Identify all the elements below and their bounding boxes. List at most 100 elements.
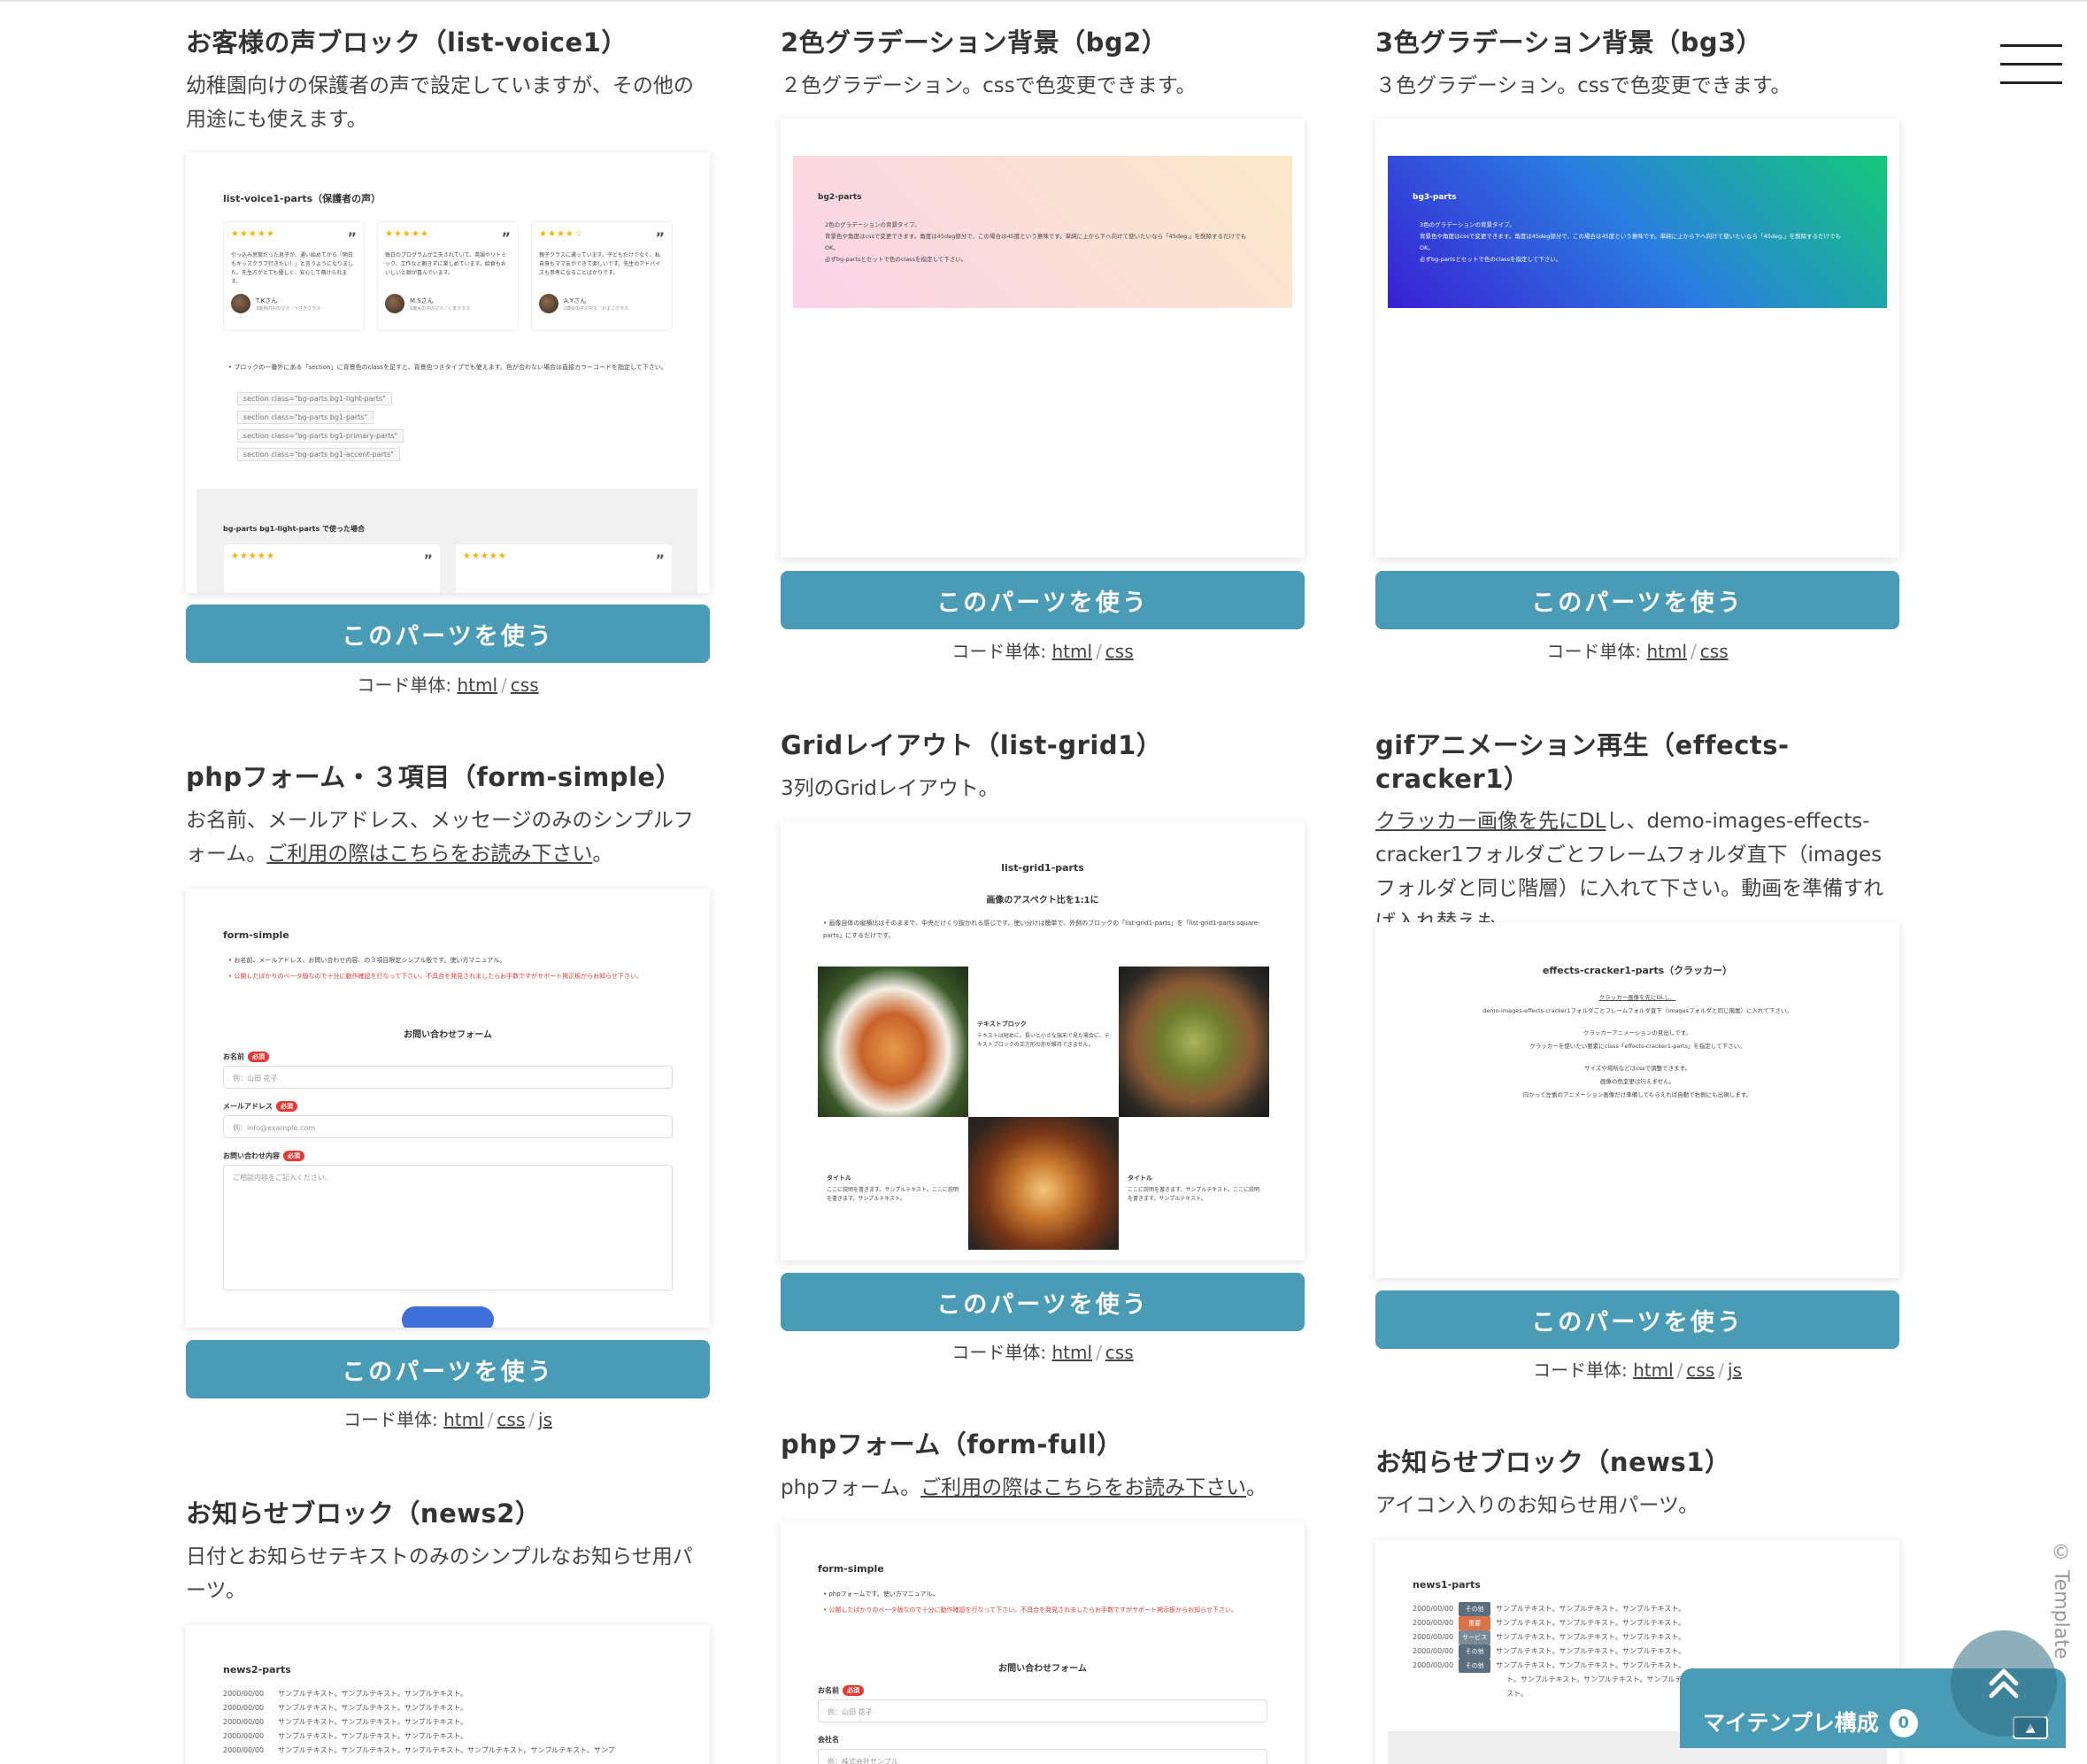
preview-text: 3色のグラデーションの背景タイプ。 背景色や角度はcssで変更できます。角度は45… — [1420, 221, 1842, 263]
voice-card: ★★★★★ ” 毎日のプログラムが工夫されていて、英語やリトミック、工作など飽きず… — [377, 221, 519, 331]
card-form-simple: phpフォーム・３項目（form-simple） お名前、メールアドレス、メッセ… — [186, 761, 710, 871]
card-news1: お知らせブロック（news1） アイコン入りのお知らせ用パーツ。 — [1375, 1446, 1899, 1522]
name-input[interactable]: 例：山田 花子 — [818, 1699, 1267, 1722]
js-link[interactable]: js — [538, 1409, 552, 1430]
html-link[interactable]: html — [1633, 1360, 1674, 1381]
rating-stars: ★★★★★ — [385, 229, 429, 239]
use-part-button-form-simple[interactable]: このパーツを使う — [186, 1340, 710, 1398]
quote-icon: ” — [655, 229, 665, 246]
code-label: コード単体: — [1546, 641, 1642, 662]
preview-effects-cracker1[interactable]: effects-cracker1-parts（クラッカー） クラッカー画像を先に… — [1375, 922, 1899, 1278]
preview-form-simple[interactable]: form-simple • お名前、メールアドレス、お問い合わせ内容、の３項目限… — [186, 889, 710, 1328]
card-bg3: 3色グラデーション背景（bg3） ３色グラデーション。cssで色変更できます。 — [1375, 27, 1899, 103]
class-chip: section class="bg-parts bg1-parts" — [237, 411, 374, 424]
item-title: タイトル — [827, 1175, 851, 1182]
bullet-beta-warning: • 公開したばかりのベータ版なので十分に動作確認を行なって下さい。不具合を発見さ… — [228, 973, 643, 980]
class-chip: section class="bg-parts bg1-primary-part… — [237, 429, 404, 443]
html-link[interactable]: html — [1051, 1342, 1092, 1363]
bullet-manual: • お名前、メールアドレス、お問い合わせ内容、の３項目限定シンプル版です。使い方… — [228, 957, 506, 964]
card-title: お知らせブロック（news2） — [186, 1498, 542, 1529]
form-title: お問い合わせフォーム — [998, 1664, 1087, 1674]
copyright-text: © Template — [2050, 1542, 2072, 1660]
bullet-text: お名前、メールアドレス、お問い合わせ内容、の３項目限定シンプル版です。使い方マニ… — [234, 957, 506, 964]
grid-item-left: タイトル ここに説明を書きます。サンプルテキスト。ここに説明を書きます。サンプル… — [818, 1117, 968, 1250]
preview-title: effects-cracker1-parts（クラッカー） — [1542, 965, 1733, 976]
category-tag: 重要 — [1459, 1616, 1491, 1630]
card-title: お知らせブロック（news1） — [1375, 1447, 1731, 1477]
css-link[interactable]: css — [1105, 1342, 1134, 1363]
news-row: 2000/00/00 その他 サンプルテキスト。サンプルテキスト。サンプルテキスト。 — [1413, 1602, 1689, 1616]
rating-stars: ★★★★★ — [463, 551, 507, 561]
card-list-voice1: お客様の声ブロック（list-voice1） 幼稚園向けの保護者の声で設定してい… — [186, 27, 710, 136]
card-title: gifアニメーション再生（effects-cracker1） — [1375, 730, 1790, 794]
category-tag: その他 — [1459, 1645, 1491, 1659]
bullet-text: phpフォームです。使い方マニュアル。 — [828, 1591, 939, 1598]
card-description: phpフォーム。ご利用の際はこちらをお読み下さい。 — [781, 1471, 1305, 1505]
gradient-panel: bg2-parts 2色のグラデーションの背景タイプ。 背景色や角度はcssで変更… — [793, 156, 1292, 308]
email-input[interactable]: 例：info@example.com — [223, 1115, 673, 1138]
preview-bg2[interactable]: bg2-parts 2色のグラデーションの背景タイプ。 背景色や角度はcssで変更… — [781, 119, 1305, 558]
bg-demo-area: bg-parts bg1-light-parts で使った場合 ★★★★★ ” ★… — [196, 489, 697, 593]
code-label: コード単体: — [343, 1409, 438, 1430]
quote-icon: ” — [347, 229, 357, 246]
use-part-button-voice1[interactable]: このパーツを使う — [186, 605, 710, 663]
code-links-form-simple: コード単体: html / css / js — [343, 1409, 552, 1430]
html-link[interactable]: html — [443, 1409, 484, 1430]
note-text: ブロックの一番外にある「section」に背景色のclassを足すと、背景色つき… — [234, 364, 667, 371]
voice-role: 2歳女の子のママ／ひよこクラス — [564, 305, 629, 312]
card-description: 日付とお知らせテキストのみのシンプルなお知らせ用パーツ。 — [186, 1544, 693, 1602]
preview-news2[interactable]: news2-parts 2000/00/00 サンプルテキスト。サンプルテキスト… — [186, 1625, 710, 1764]
quote-icon: ” — [501, 229, 511, 246]
news-row: 2000/00/00 その他 サンプルテキスト。サンプルテキスト。サンプルテキスト。 — [1413, 1645, 1689, 1659]
use-part-button-grid1[interactable]: このパーツを使う — [781, 1273, 1305, 1331]
preview-subtitle: 画像のアスペクト比を1:1に — [986, 896, 1099, 905]
message-textarea[interactable]: ご相談内容をご記入ください。 — [223, 1165, 673, 1290]
rating-stars: ★★★★★ — [231, 551, 275, 561]
html-link[interactable]: html — [1646, 641, 1687, 662]
preview-list-voice1[interactable]: list-voice1-parts（保護者の声） ★★★★★ ” 引っ込み思案だっ… — [186, 152, 710, 593]
css-link[interactable]: css — [497, 1409, 525, 1430]
preview-form-full[interactable]: form-simple • phpフォームです。使い方マニュアル。 • 公開した… — [781, 1522, 1305, 1764]
label-company: 会社名 — [818, 1736, 839, 1744]
voice-card: ★★★★★ ” 引っ込み思案だった息子が、通い始めてから「明日もキッズクラブ行きた… — [223, 221, 365, 331]
use-part-button-cracker1[interactable]: このパーツを使う — [1375, 1290, 1899, 1349]
desc-text: phpフォーム。 — [781, 1475, 921, 1499]
scroll-to-top-icon[interactable] — [1951, 1630, 2057, 1737]
js-link[interactable]: js — [1728, 1360, 1742, 1381]
bg-demo-title: bg-parts bg1-light-parts で使った場合 — [223, 525, 366, 533]
css-link[interactable]: css — [1105, 641, 1134, 662]
use-part-button-bg2[interactable]: このパーツを使う — [781, 571, 1305, 629]
html-link[interactable]: html — [457, 674, 497, 696]
voice-role: 5歳女の子のママ／くまクラス — [410, 305, 471, 312]
preview-title: list-voice1-parts（保護者の声） — [223, 193, 381, 204]
avatar — [539, 294, 558, 313]
use-part-button-bg3[interactable]: このパーツを使う — [1375, 571, 1899, 629]
usage-guide-link[interactable]: ご利用の際はこちらをお読み下さい — [266, 843, 592, 866]
preview-text: クラッカー画像を先にDLし、 demo-images-effects-crack… — [1482, 994, 1792, 1098]
preview-list-grid1[interactable]: list-grid1-parts 画像のアスペクト比を1:1に • 画像自体の縦… — [781, 821, 1305, 1260]
bullet-text: 公開したばかりのベータ版なので十分に動作確認を行なって下さい。不具合を発見されま… — [234, 973, 643, 980]
preview-bg3[interactable]: bg3-parts 3色のグラデーションの背景タイプ。 背景色や角度はcssで変更… — [1375, 119, 1899, 558]
html-link[interactable]: html — [1051, 641, 1092, 662]
item-text: ここに説明を書きます。サンプルテキスト。ここに説明を書きます。サンプルテキスト。 — [827, 1187, 959, 1202]
card-title: phpフォーム・３項目（form-simple） — [186, 762, 682, 792]
my-template-label: マイテンプレ構成 — [1703, 1710, 1879, 1736]
pasta-image — [818, 967, 968, 1117]
company-input[interactable]: 例：株式会社サンプル — [818, 1749, 1267, 1764]
news-row: 2000/00/00 その他 サンプルテキスト。サンプルテキスト。サンプルテキスト。 — [1413, 1659, 1689, 1673]
pancake-image — [968, 1117, 1119, 1250]
css-link[interactable]: css — [1686, 1360, 1714, 1381]
hamburger-menu-icon[interactable] — [2000, 44, 2062, 85]
avatar — [385, 294, 404, 313]
css-link[interactable]: css — [1700, 641, 1729, 662]
css-link[interactable]: css — [511, 674, 539, 696]
cracker-download-link[interactable]: クラッカー画像を先にDL — [1375, 810, 1606, 833]
name-input[interactable]: 例：山田 花子 — [223, 1066, 673, 1089]
desc-end: 。 — [1246, 1475, 1267, 1499]
quote-icon: ” — [655, 551, 665, 568]
card-title: phpフォーム（form-full） — [781, 1429, 1123, 1460]
usage-guide-link[interactable]: ご利用の際はこちらをお読み下さい — [920, 1476, 1246, 1499]
submit-button[interactable] — [402, 1306, 494, 1328]
voice-note: • ブロックの一番外にある「section」に背景色のclassを足すと、背景色… — [228, 364, 667, 371]
news-row: 2000/00/00 重要 サンプルテキスト。サンプルテキスト。サンプルテキスト。 — [1413, 1616, 1689, 1630]
